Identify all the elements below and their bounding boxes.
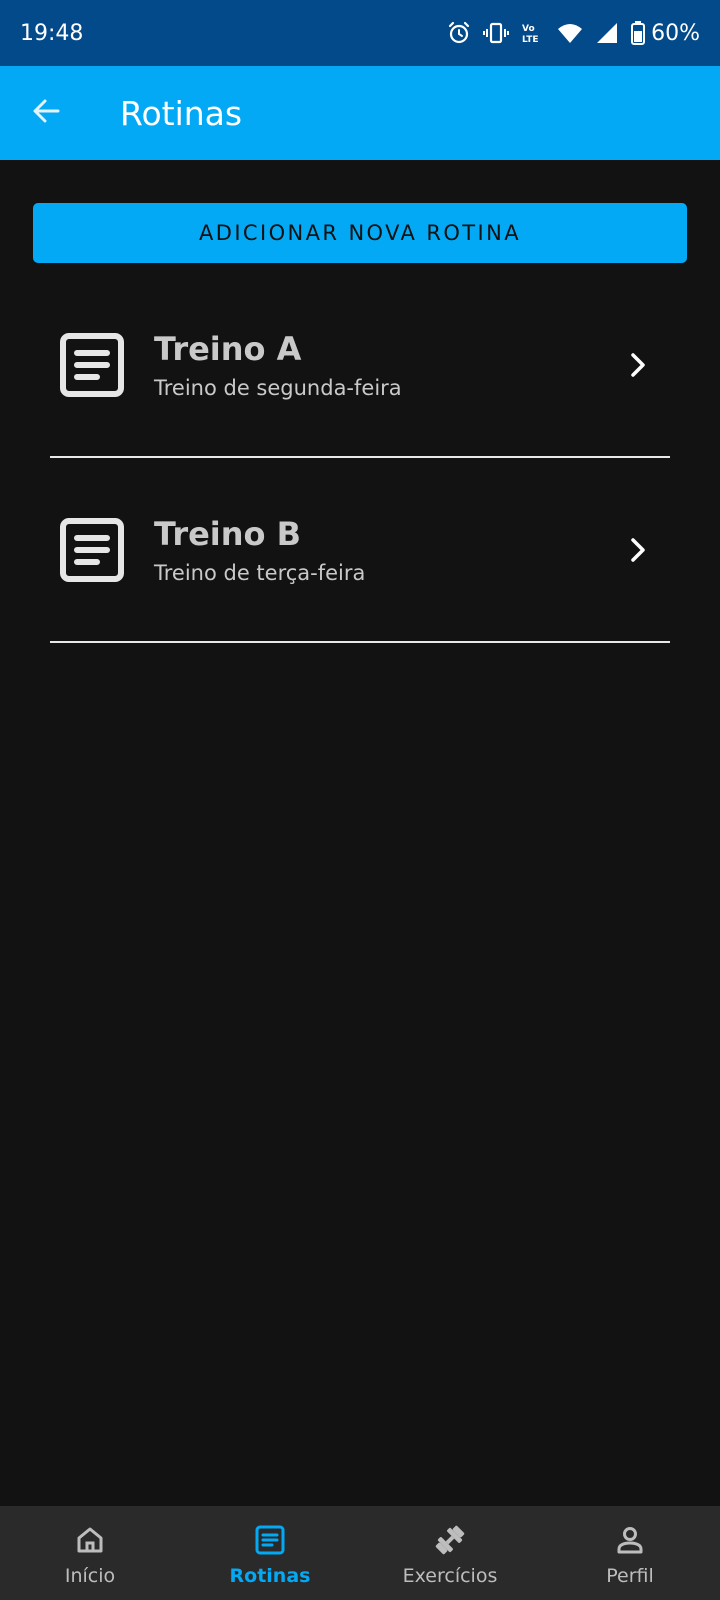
chevron-right-icon [618,345,658,385]
routine-title: Treino B [154,515,302,553]
add-routine-button[interactable]: ADICIONAR NOVA ROTINA [33,203,687,263]
svg-text:Vo: Vo [522,24,535,34]
nav-label: Perfil [606,1565,654,1587]
nav-item-perfil[interactable]: Perfil [540,1506,720,1600]
signal-icon [595,22,619,44]
arrow-back-icon [31,96,61,131]
svg-text:LTE: LTE [522,35,539,45]
list-document-icon [59,517,125,583]
chevron-right-icon [618,530,658,570]
nav-label: Exercícios [402,1565,498,1587]
page-title: Rotinas [120,93,243,133]
home-icon [73,1523,107,1557]
routine-subtitle: Treino de segunda-feira [154,376,402,400]
status-bar: 19:48 Vo LTE 60% [0,0,720,66]
vibrate-icon [483,21,510,45]
nav-item-exercicios[interactable]: Exercícios [360,1506,540,1600]
battery-icon [631,21,646,45]
list-document-icon [253,1523,287,1557]
routine-text: Treino A Treino de segunda-feira [154,330,618,400]
alarm-icon [447,21,471,45]
nav-label: Início [64,1565,116,1587]
routine-subtitle: Treino de terça-feira [154,561,366,585]
person-icon [613,1523,647,1557]
wifi-icon [557,22,583,44]
nav-item-inicio[interactable]: Início [0,1506,180,1600]
divider [50,641,670,643]
routine-item-treino-b[interactable]: Treino B Treino de terça-feira [50,495,670,605]
bottom-nav: Início Rotinas Exercícios Perfil [0,1506,720,1600]
list-document-icon [59,332,125,398]
app-bar: Rotinas [0,66,720,160]
nav-item-rotinas[interactable]: Rotinas [180,1506,360,1600]
status-icons: Vo LTE 60% [447,21,700,46]
routine-text: Treino B Treino de terça-feira [154,515,618,585]
dumbbell-icon [433,1523,467,1557]
volte-icon: Vo LTE [521,21,545,45]
divider [50,456,670,458]
routine-title: Treino A [154,330,302,368]
back-button[interactable] [16,83,76,143]
routine-item-treino-a[interactable]: Treino A Treino de segunda-feira [50,310,670,420]
status-time: 19:48 [20,20,84,46]
nav-label: Rotinas [229,1565,311,1587]
battery-percent: 60% [651,20,700,46]
